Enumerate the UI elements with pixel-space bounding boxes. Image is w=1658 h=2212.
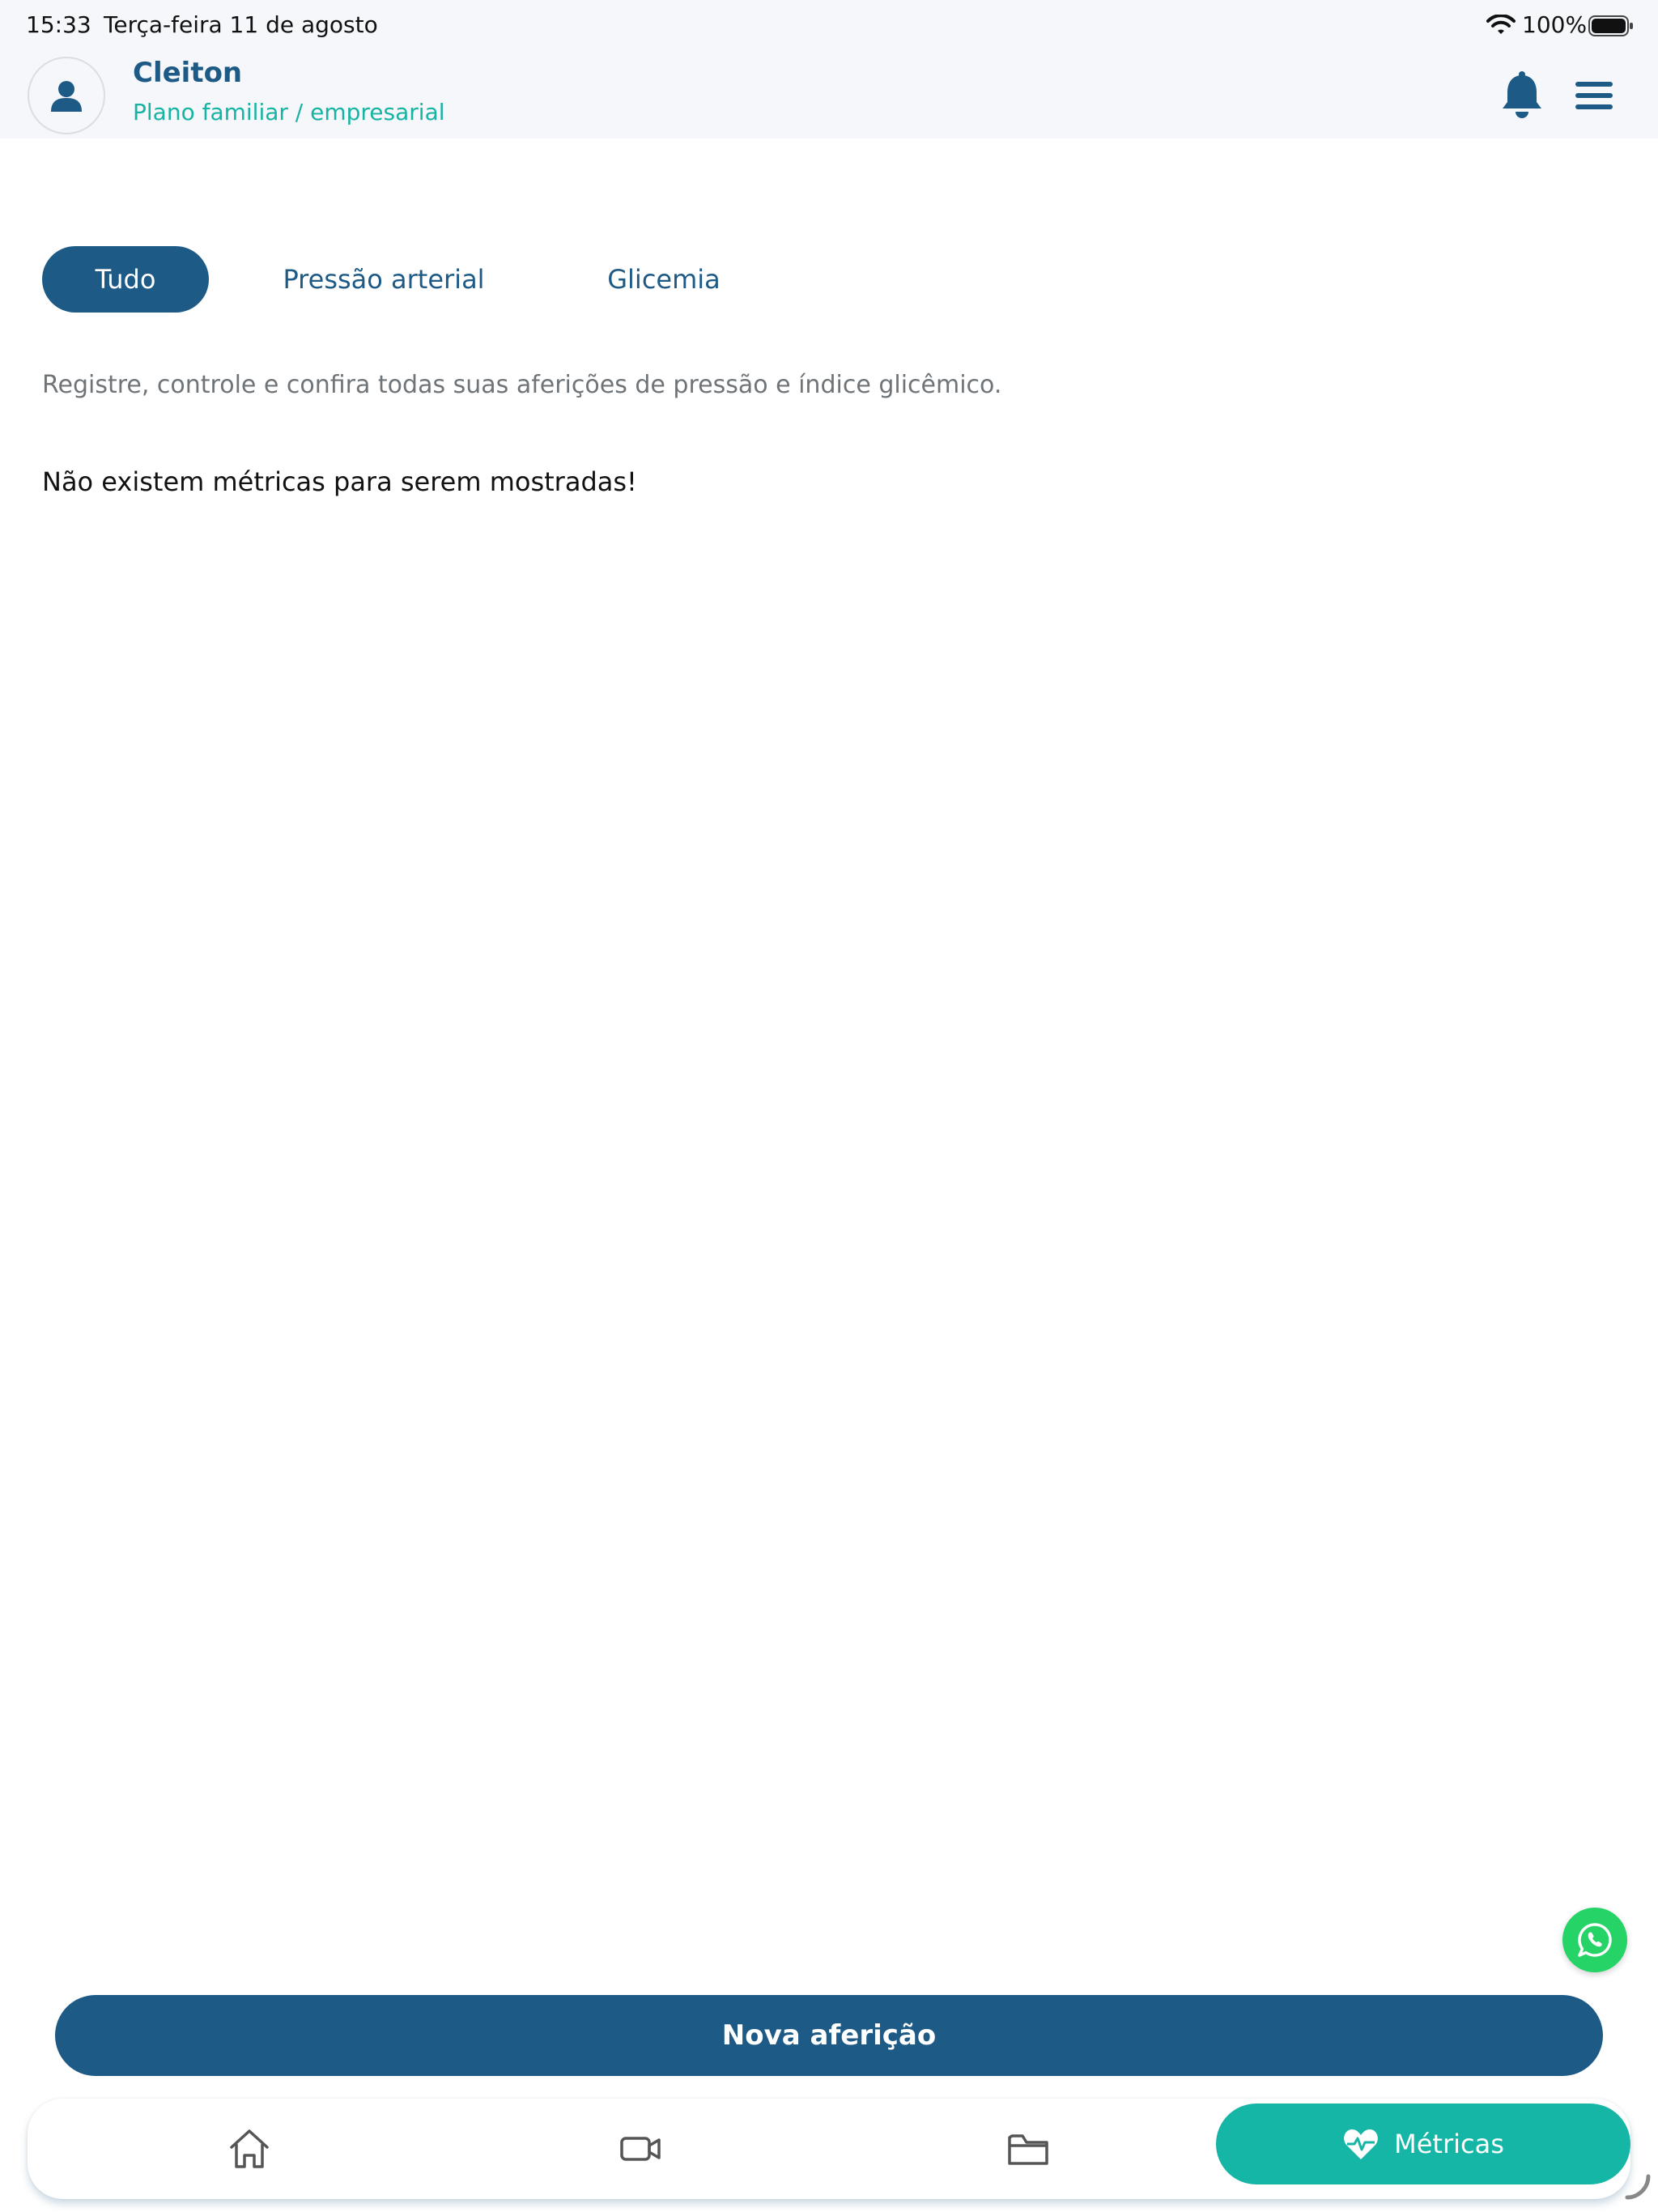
avatar[interactable]	[28, 57, 105, 134]
nav-metricas-label: Métricas	[1394, 2129, 1504, 2159]
tab-glicemia[interactable]: Glicemia	[599, 246, 729, 313]
status-time: 15:33	[26, 11, 91, 38]
resize-handle-icon	[1625, 2174, 1651, 2200]
user-plan: Plano familiar / empresarial	[133, 99, 445, 125]
battery-icon	[1588, 15, 1633, 36]
empty-state-message: Não existem métricas para serem mostrada…	[42, 466, 637, 497]
status-date: Terça-feira 11 de agosto	[104, 11, 378, 38]
user-name: Cleiton	[133, 57, 243, 89]
folder-icon[interactable]	[1005, 2128, 1051, 2170]
wifi-icon	[1486, 15, 1516, 34]
app-screen: 15:33 Terça-feira 11 de agosto 100% Clei…	[0, 0, 1658, 2212]
menu-icon[interactable]	[1574, 79, 1614, 112]
home-icon[interactable]	[227, 2128, 272, 2170]
bell-icon[interactable]	[1499, 71, 1545, 120]
battery-percentage: 100%	[1522, 11, 1588, 38]
user-icon	[51, 81, 82, 112]
new-measurement-button[interactable]: Nova aferição	[55, 1995, 1603, 2076]
bottom-nav: Métricas	[28, 2099, 1630, 2199]
whatsapp-icon	[1578, 1923, 1612, 1957]
intro-text: Registre, controle e confira todas suas …	[42, 371, 1002, 399]
heart-pulse-icon	[1344, 2129, 1378, 2159]
video-icon[interactable]	[619, 2128, 664, 2170]
whatsapp-button[interactable]	[1562, 1908, 1627, 1972]
top-bar: 15:33 Terça-feira 11 de agosto 100% Clei…	[0, 0, 1658, 138]
nav-metricas[interactable]: Métricas	[1216, 2104, 1630, 2184]
tab-tudo[interactable]: Tudo	[42, 246, 209, 313]
tab-pressao-arterial[interactable]: Pressão arterial	[272, 246, 495, 313]
